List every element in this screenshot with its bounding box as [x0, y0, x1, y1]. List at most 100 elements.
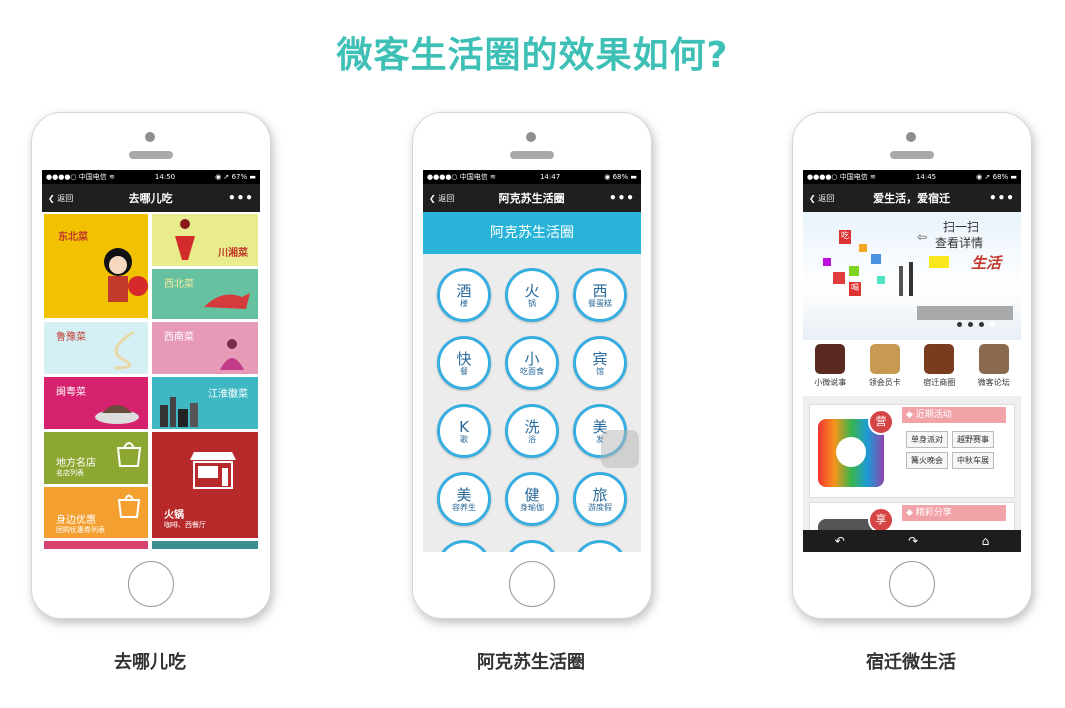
- circle-main: 西: [592, 281, 608, 300]
- circle-sub: 容养生: [452, 502, 476, 512]
- tile-jianghui[interactable]: 江淮徽菜: [152, 377, 258, 429]
- category-grid: 酒楼 火锅 西餐蛋糕 快餐 小吃面食 宾馆 K歌 洗浴 美发 美容养生 健身瑜伽…: [423, 254, 641, 552]
- phone-screen: ●●●●○ 中国电信 ≋ 14:45 ◉ ➚ 68% ▬ ❮ 返回 爱生活，爱宿…: [803, 170, 1021, 552]
- activity-tag[interactable]: 越野赛事: [952, 431, 994, 448]
- more-icon[interactable]: •••: [609, 191, 635, 205]
- more-icon[interactable]: •••: [989, 191, 1015, 205]
- tile-difang[interactable]: 地方名店 名店列表: [44, 432, 148, 484]
- status-bar: ●●●●○ 中国电信 ≋ 14:50 ◉ ➚ 67% ▬: [42, 170, 260, 184]
- header-banner: 阿克苏生活圈: [423, 212, 641, 254]
- tile-luyu[interactable]: 鲁豫菜: [44, 322, 148, 374]
- city-skyline-illustration: [160, 397, 198, 427]
- activity-tag[interactable]: 单身派对: [906, 431, 948, 448]
- category-xiyu[interactable]: 洗浴: [505, 404, 559, 458]
- home-icon[interactable]: ⌂: [982, 534, 990, 548]
- tile-dongbei[interactable]: 东北菜: [44, 214, 148, 318]
- category-binguan[interactable]: 宾馆: [573, 336, 627, 390]
- activity-tag[interactable]: 篝火晚会: [906, 452, 948, 469]
- speaker-grille: [890, 151, 934, 159]
- activity-card[interactable]: 营 ◆ 近期活动 单身派对 越野赛事 篝火晚会 中秋车展: [809, 404, 1015, 498]
- promo-banner[interactable]: 扫一扫 查看详情 ⇦ 生活 吃 喝: [803, 212, 1021, 340]
- banner-cubes-illustration: [823, 244, 949, 296]
- banner-footer-strip: [917, 306, 1013, 320]
- category-jiulou[interactable]: 酒楼: [437, 268, 491, 322]
- shortcut-member-card[interactable]: 领会员卡: [869, 344, 901, 396]
- tile-shenbian[interactable]: 身边优惠 团购优惠券列表: [44, 487, 148, 538]
- tile-partial: [44, 541, 148, 549]
- dot-icon: [979, 322, 984, 327]
- dish-illustration: [95, 405, 139, 424]
- nav-bar: ❮ 返回 去哪儿吃 •••: [42, 184, 260, 212]
- shortcut-xiaowei[interactable]: 小微说事: [814, 344, 846, 396]
- tile-label: 川湘菜: [218, 248, 248, 259]
- storefront-icon: [190, 452, 236, 489]
- mall-icon: [924, 344, 955, 374]
- home-button[interactable]: [889, 561, 935, 607]
- tile-label: 身边优惠: [56, 515, 96, 526]
- tile-sublabel: 咖啡、西餐厅: [164, 521, 206, 529]
- category-jianshen[interactable]: 健身瑜伽: [505, 472, 559, 526]
- ribbon-illustration: [113, 330, 135, 370]
- home-button[interactable]: [128, 561, 174, 607]
- shortcut-forum[interactable]: 微客论坛: [978, 344, 1010, 396]
- tile-label: 东北菜: [58, 232, 88, 243]
- back-arrow-icon[interactable]: ↶: [835, 534, 845, 548]
- chevron-left-icon: ❮: [809, 193, 816, 203]
- share-header: ◆ 精彩分享: [902, 505, 1006, 521]
- phone-caption-1: 去哪儿吃: [114, 652, 186, 673]
- phone-screen: ●●●●○ 中国电信 ≋ 14:50 ◉ ➚ 67% ▬ ❮ 返回 去哪儿吃 •…: [42, 170, 260, 552]
- battery-text: ◉ ➚ 67% ▬: [215, 173, 256, 181]
- camera-dot: [145, 132, 155, 142]
- tile-xibei[interactable]: 西北菜: [152, 269, 258, 319]
- shortcut-business-circle[interactable]: 宿迁商圈: [923, 344, 955, 396]
- circle-sub: 游度假: [588, 502, 612, 512]
- dancer-illustration: [175, 219, 195, 260]
- dot-icon: [968, 322, 973, 327]
- category-kuaican[interactable]: 快餐: [437, 336, 491, 390]
- nav-title: 去哪儿吃: [128, 192, 173, 205]
- tile-label: 鲁豫菜: [56, 332, 86, 343]
- camera-dot: [526, 132, 536, 142]
- content-area: 营 ◆ 近期活动 单身派对 越野赛事 篝火晚会 中秋车展 享 ◆ 精彩分享: [803, 396, 1021, 552]
- category-meirong[interactable]: 美容养生: [437, 472, 491, 526]
- category-kge[interactable]: K歌: [437, 404, 491, 458]
- chevron-left-icon: ❮: [48, 193, 55, 203]
- back-button[interactable]: ❮ 返回: [809, 193, 834, 204]
- back-button[interactable]: ❮ 返回: [429, 193, 454, 204]
- tile-chuanxiang[interactable]: 川湘菜: [152, 214, 258, 266]
- tile-minyue[interactable]: 闽粤菜: [44, 377, 148, 429]
- nav-title: 阿克苏生活圈: [498, 192, 565, 205]
- tag-icon: ◆: [906, 410, 913, 420]
- carrier-text: ●●●●○ 中国电信 ≋: [427, 173, 496, 181]
- back-button[interactable]: ❮ 返回: [48, 193, 73, 204]
- tile-sublabel: 团购优惠券列表: [56, 526, 105, 534]
- circle-main: 宾: [592, 349, 608, 368]
- circle-sub: 馆: [596, 366, 604, 376]
- circle-sub: 吃面食: [520, 366, 544, 376]
- activity-tag[interactable]: 中秋车展: [952, 452, 994, 469]
- shortcut-label: 微客论坛: [977, 378, 1010, 387]
- circle-main: 小: [524, 349, 540, 368]
- floating-assistive-button[interactable]: [601, 430, 639, 468]
- forward-arrow-icon[interactable]: ↷: [908, 534, 918, 548]
- phone-mockup-2: ●●●●○ 中国电信 ≋ 14:47 ◉ 68% ▬ ❮ 返回 阿克苏生活圈 •…: [412, 112, 652, 619]
- phone-caption-3: 宿迁微生活: [866, 652, 956, 673]
- category-xican[interactable]: 西餐蛋糕: [573, 268, 627, 322]
- carrier-text: ●●●●○ 中国电信 ≋: [46, 173, 115, 181]
- speaker-grille: [129, 151, 173, 159]
- home-button[interactable]: [509, 561, 555, 607]
- category-xiaochi[interactable]: 小吃面食: [505, 336, 559, 390]
- circle-main: 酒: [456, 281, 472, 300]
- category-huoguo[interactable]: 火锅: [505, 268, 559, 322]
- tile-huoguo[interactable]: 火锅 咖啡、西餐厅: [152, 432, 258, 538]
- tile-xinan[interactable]: 西南菜: [152, 322, 258, 374]
- category-partial: [573, 540, 627, 552]
- phone-mockup-3: ●●●●○ 中国电信 ≋ 14:45 ◉ ➚ 68% ▬ ❮ 返回 爱生活，爱宿…: [792, 112, 1032, 619]
- more-icon[interactable]: •••: [228, 191, 254, 205]
- carousel-dots[interactable]: [957, 322, 995, 327]
- shopping-bag-icon: [117, 494, 141, 518]
- back-label: 返回: [57, 193, 74, 203]
- girl-illustration: [104, 248, 148, 302]
- category-lvyou[interactable]: 旅游度假: [573, 472, 627, 526]
- clock-text: 14:47: [539, 173, 561, 181]
